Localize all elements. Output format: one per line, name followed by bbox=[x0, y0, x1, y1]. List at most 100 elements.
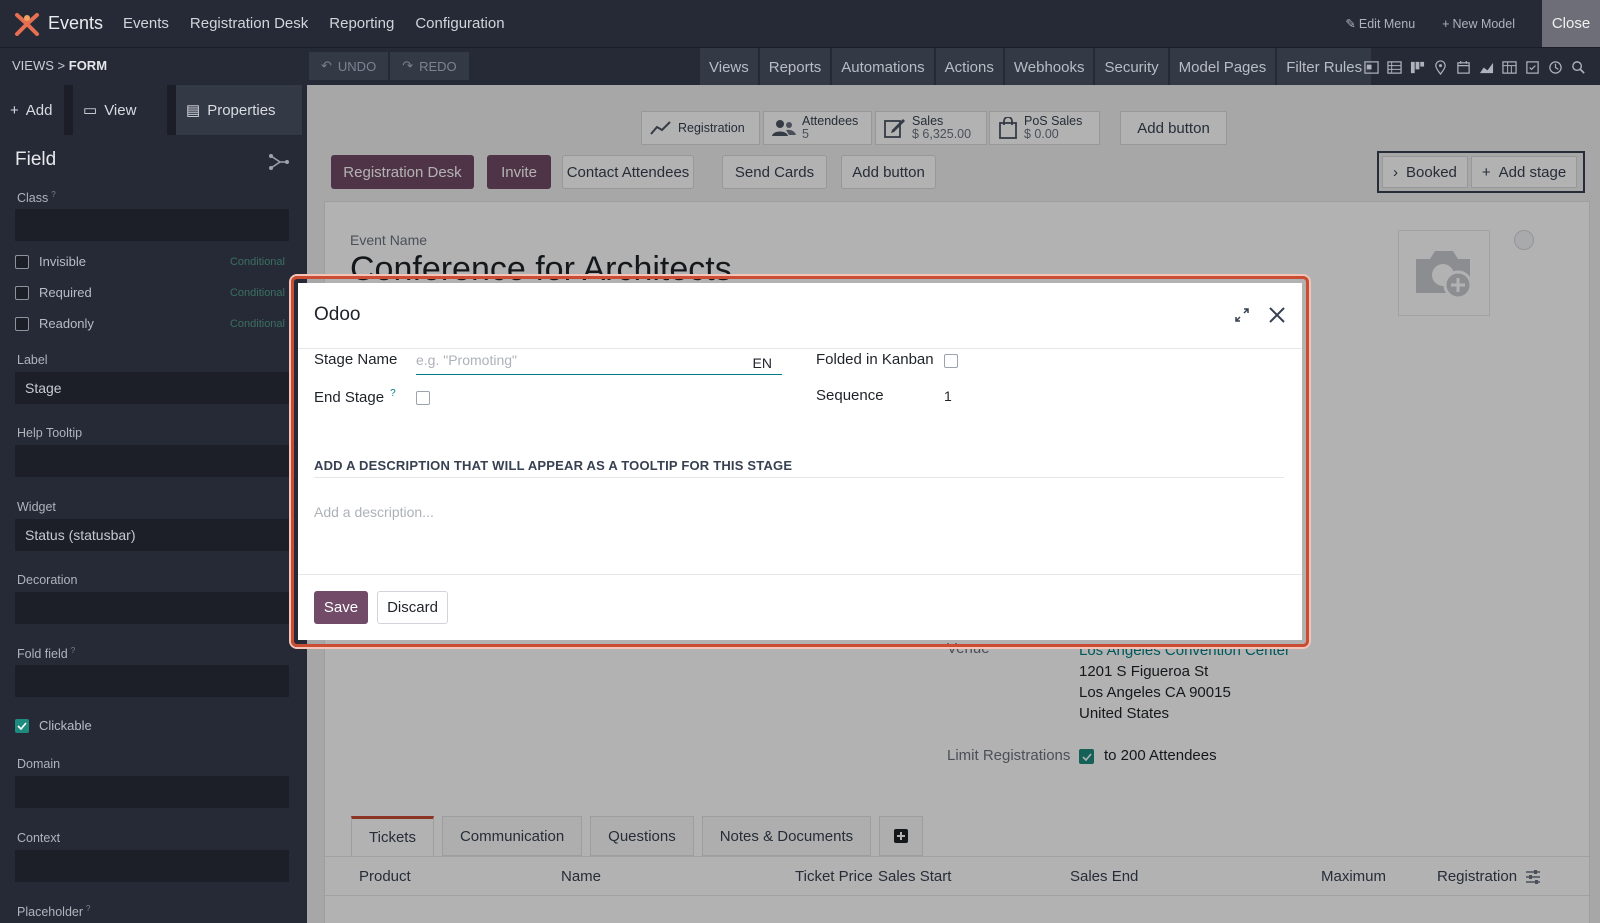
pivot-view-icon[interactable] bbox=[1502, 60, 1517, 75]
help-tooltip-input[interactable] bbox=[15, 445, 289, 477]
end-stage-label: End Stage? bbox=[314, 388, 396, 406]
sidebar-tab-add[interactable]: + Add bbox=[0, 85, 64, 135]
folded-kanban-label: Folded in Kanban bbox=[816, 351, 934, 368]
readonly-label: Readonly bbox=[39, 316, 94, 331]
sidebar-tab-view-label: View bbox=[104, 101, 137, 119]
placeholder-label-text: Placeholder bbox=[17, 905, 84, 920]
readonly-checkbox[interactable] bbox=[15, 316, 29, 331]
breadcrumb-form: FORM bbox=[68, 58, 108, 73]
invisible-label: Invisible bbox=[39, 254, 86, 269]
widget-select[interactable]: Status (statusbar) bbox=[15, 519, 289, 551]
tab-views[interactable]: Views bbox=[700, 48, 758, 86]
undo-button[interactable]: ↶ UNDO bbox=[309, 52, 391, 80]
sidebar-section-title: Field bbox=[15, 149, 57, 170]
view-type-icons bbox=[1364, 48, 1586, 86]
decoration-label: Decoration bbox=[17, 573, 78, 587]
help-mark: ? bbox=[86, 904, 91, 913]
domain-label: Domain bbox=[17, 757, 61, 771]
label-input[interactable]: Stage bbox=[15, 372, 289, 404]
undo-redo-group: ↶ UNDO ↷ REDO bbox=[309, 52, 471, 80]
calendar-icon[interactable] bbox=[1456, 60, 1471, 75]
required-label: Required bbox=[39, 285, 92, 300]
tab-security[interactable]: Security bbox=[1095, 48, 1168, 86]
edit-menu-button[interactable]: ✎ Edit Menu bbox=[1345, 16, 1416, 32]
menu-reporting[interactable]: Reporting bbox=[329, 15, 394, 32]
context-label: Context bbox=[17, 831, 61, 845]
description-heading: ADD A DESCRIPTION THAT WILL APPEAR AS A … bbox=[314, 458, 1284, 478]
tab-model-pages[interactable]: Model Pages bbox=[1169, 48, 1276, 86]
menu-configuration[interactable]: Configuration bbox=[415, 15, 504, 32]
class-label: Class? bbox=[17, 190, 56, 205]
sidebar-tabs: + Add ▭ View ▤ Properties bbox=[0, 85, 307, 135]
clickable-checkbox[interactable] bbox=[15, 718, 29, 733]
breadcrumb-views[interactable]: VIEWS bbox=[12, 58, 54, 73]
close-icon[interactable] bbox=[1267, 305, 1287, 325]
context-input[interactable] bbox=[15, 850, 289, 882]
edit-menu-label: Edit Menu bbox=[1358, 16, 1416, 31]
fold-field-select[interactable] bbox=[15, 665, 289, 697]
studio-tabs: Views Reports Automations Actions Webhoo… bbox=[700, 48, 1373, 86]
fold-field-label: Fold field? bbox=[17, 646, 75, 661]
required-checkbox[interactable] bbox=[15, 285, 29, 300]
decoration-select[interactable] bbox=[15, 592, 289, 624]
sequence-label: Sequence bbox=[816, 387, 884, 404]
search-icon[interactable] bbox=[1571, 60, 1586, 75]
sequence-input[interactable]: 1 bbox=[944, 388, 952, 404]
readonly-conditional-link[interactable]: Conditional bbox=[230, 318, 285, 330]
menu-events[interactable]: Events bbox=[123, 15, 169, 32]
dialog-footer: Save Discard bbox=[298, 574, 1302, 640]
tab-filter-rules[interactable]: Filter Rules bbox=[1277, 48, 1372, 86]
dialog-title: Odoo bbox=[314, 304, 361, 325]
description-editor[interactable]: Add a description... bbox=[314, 504, 434, 520]
sidebar-tab-properties[interactable]: ▤ Properties bbox=[176, 85, 302, 135]
invisible-conditional-link[interactable]: Conditional bbox=[230, 256, 285, 268]
discard-button[interactable]: Discard bbox=[377, 591, 448, 624]
placeholder-label: Placeholder? bbox=[17, 904, 90, 919]
new-model-label: New Model bbox=[1452, 16, 1515, 31]
monitor-icon: ▭ bbox=[83, 102, 98, 119]
end-stage-help-icon[interactable]: ? bbox=[390, 388, 396, 399]
close-studio-button[interactable]: Close bbox=[1542, 0, 1600, 47]
form-view-icon[interactable] bbox=[1364, 60, 1379, 75]
graph-view-icon[interactable] bbox=[1479, 60, 1494, 75]
tab-separator bbox=[64, 85, 73, 135]
activity-view-icon[interactable] bbox=[1525, 60, 1540, 75]
field-tree-icon[interactable] bbox=[268, 153, 290, 171]
breadcrumb-separator: > bbox=[57, 58, 66, 73]
clock-icon[interactable] bbox=[1548, 60, 1563, 75]
invisible-checkbox[interactable] bbox=[15, 254, 29, 269]
stage-name-input[interactable]: e.g. "Promoting" EN bbox=[416, 350, 782, 375]
menu-registration-desk[interactable]: Registration Desk bbox=[190, 15, 308, 32]
language-switch[interactable]: EN bbox=[753, 355, 772, 371]
new-model-button[interactable]: + New Model bbox=[1442, 17, 1515, 31]
tab-reports[interactable]: Reports bbox=[759, 48, 831, 86]
class-input[interactable] bbox=[15, 209, 289, 241]
tab-automations[interactable]: Automations bbox=[832, 48, 934, 86]
list-view-icon[interactable] bbox=[1387, 60, 1402, 75]
end-stage-checkbox[interactable] bbox=[416, 391, 430, 405]
save-button[interactable]: Save bbox=[314, 591, 368, 624]
tab-webhooks[interactable]: Webhooks bbox=[1004, 48, 1094, 86]
map-pin-icon[interactable] bbox=[1433, 59, 1448, 75]
properties-icon: ▤ bbox=[186, 102, 201, 119]
kanban-view-icon[interactable] bbox=[1410, 60, 1425, 75]
tab-separator bbox=[167, 85, 176, 135]
studio-sidebar: + Add ▭ View ▤ Properties Field Class? Invi… bbox=[0, 85, 307, 923]
invisible-row: Invisible Conditional bbox=[15, 254, 285, 269]
tab-actions[interactable]: Actions bbox=[935, 48, 1003, 86]
check-icon bbox=[17, 721, 27, 730]
clickable-label: Clickable bbox=[39, 718, 92, 733]
redo-button[interactable]: ↷ REDO bbox=[390, 52, 471, 80]
label-label: Label bbox=[17, 353, 48, 367]
add-stage-dialog: Odoo Stage Name e.g. "Promoting" EN End … bbox=[298, 283, 1302, 640]
required-conditional-link[interactable]: Conditional bbox=[230, 287, 285, 299]
expand-icon[interactable] bbox=[1234, 307, 1250, 323]
odoo-events-icon[interactable] bbox=[12, 9, 42, 39]
pencil-icon: ✎ bbox=[1345, 17, 1356, 31]
folded-kanban-checkbox[interactable] bbox=[944, 354, 958, 368]
app-name[interactable]: Events bbox=[48, 13, 103, 34]
domain-input[interactable] bbox=[15, 776, 289, 808]
help-tooltip-label: Help Tooltip bbox=[17, 426, 83, 440]
redo-icon: ↷ bbox=[402, 58, 414, 73]
sidebar-tab-view[interactable]: ▭ View bbox=[73, 85, 167, 135]
